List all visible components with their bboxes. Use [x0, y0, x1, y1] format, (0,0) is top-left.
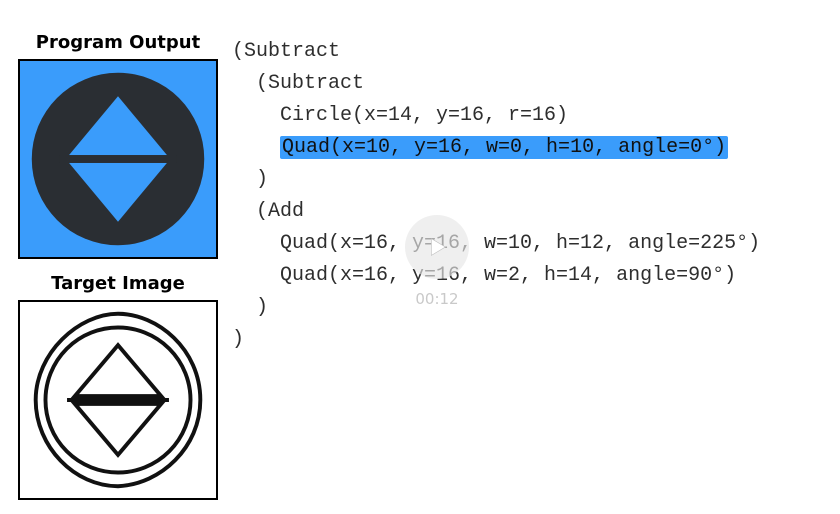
figure-stage: Program Output Target Image [0, 0, 840, 501]
target-image-panel [18, 300, 218, 500]
code-block: (Subtract (Subtract Circle(x=14, y=16, r… [232, 36, 760, 356]
code-line-6: (Add [232, 200, 304, 223]
code-line-3: Circle(x=14, y=16, r=16) [232, 104, 568, 127]
video-timestamp: 00:12 [405, 290, 469, 308]
code-line-4-indent [232, 136, 280, 159]
code-line-9: ) [232, 296, 268, 319]
left-column: Program Output Target Image [16, 32, 220, 514]
play-icon [423, 233, 451, 261]
target-image-caption: Target Image [16, 273, 220, 294]
code-line-4-highlight: Quad(x=10, y=16, w=0, h=10, angle=0°) [280, 136, 728, 159]
code-line-8: Quad(x=16, y=16, w=2, h=14, angle=90°) [232, 264, 736, 287]
code-line-2: (Subtract [232, 72, 364, 95]
target-group: Target Image [16, 273, 220, 500]
code-line-5: ) [232, 168, 268, 191]
code-line-7: Quad(x=16, y=16, w=10, h=12, angle=225°) [232, 232, 760, 255]
code-line-1: (Subtract [232, 40, 340, 63]
target-image-figure [20, 302, 216, 498]
program-output-figure [20, 61, 216, 257]
program-output-caption: Program Output [16, 32, 220, 53]
code-line-10: ) [232, 328, 244, 351]
play-button[interactable] [405, 215, 469, 279]
program-output-panel [18, 59, 218, 259]
